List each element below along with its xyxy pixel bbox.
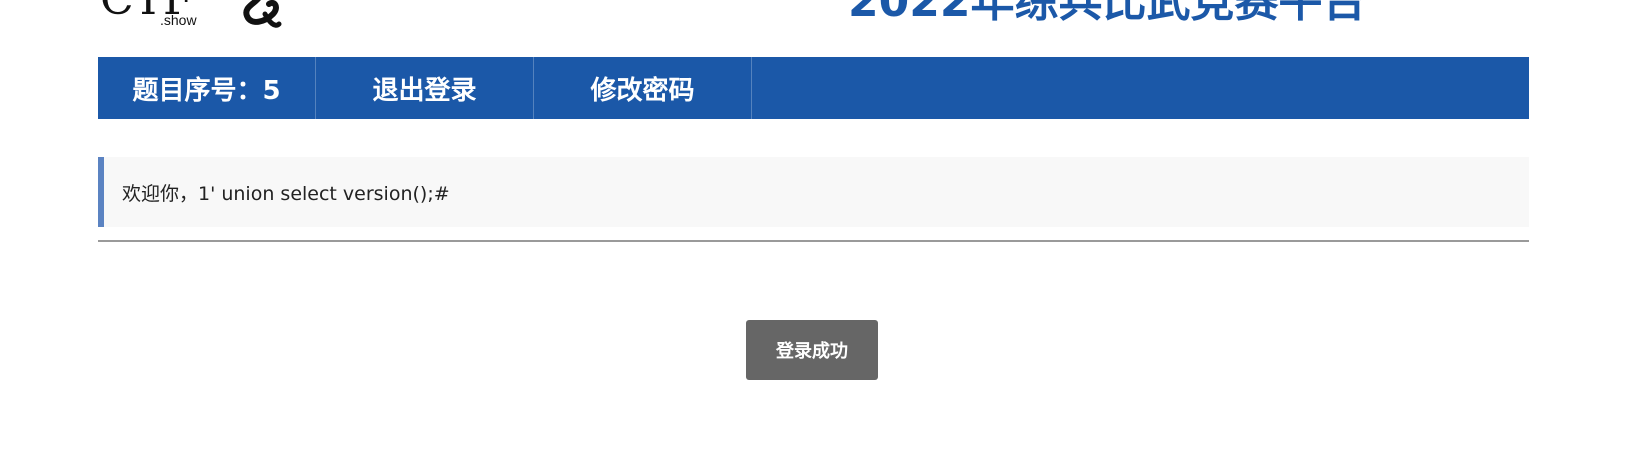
brush-calligraphy-icon [243,0,282,28]
page: CTF .show 2022年练兵比武竞赛平台 题目序号：5 退出登录 修改密码… [0,0,1651,460]
site-title: 2022年练兵比武竞赛平台 [848,0,1367,27]
content-divider [98,240,1529,242]
nav-item-question-number[interactable]: 题目序号：5 [98,57,316,119]
login-success-button[interactable]: 登录成功 [746,320,878,380]
welcome-message-text: 欢迎你，1' union select version();# [122,182,450,205]
nav-item-logout[interactable]: 退出登录 [316,57,534,119]
welcome-message-box: 欢迎你，1' union select version();# [98,157,1529,227]
ctf-show-logo: CTF .show [100,0,300,34]
top-nav-bar: 题目序号：5 退出登录 修改密码 [98,57,1529,119]
logo-show-text: .show [160,12,197,28]
nav-item-change-password[interactable]: 修改密码 [534,57,752,119]
